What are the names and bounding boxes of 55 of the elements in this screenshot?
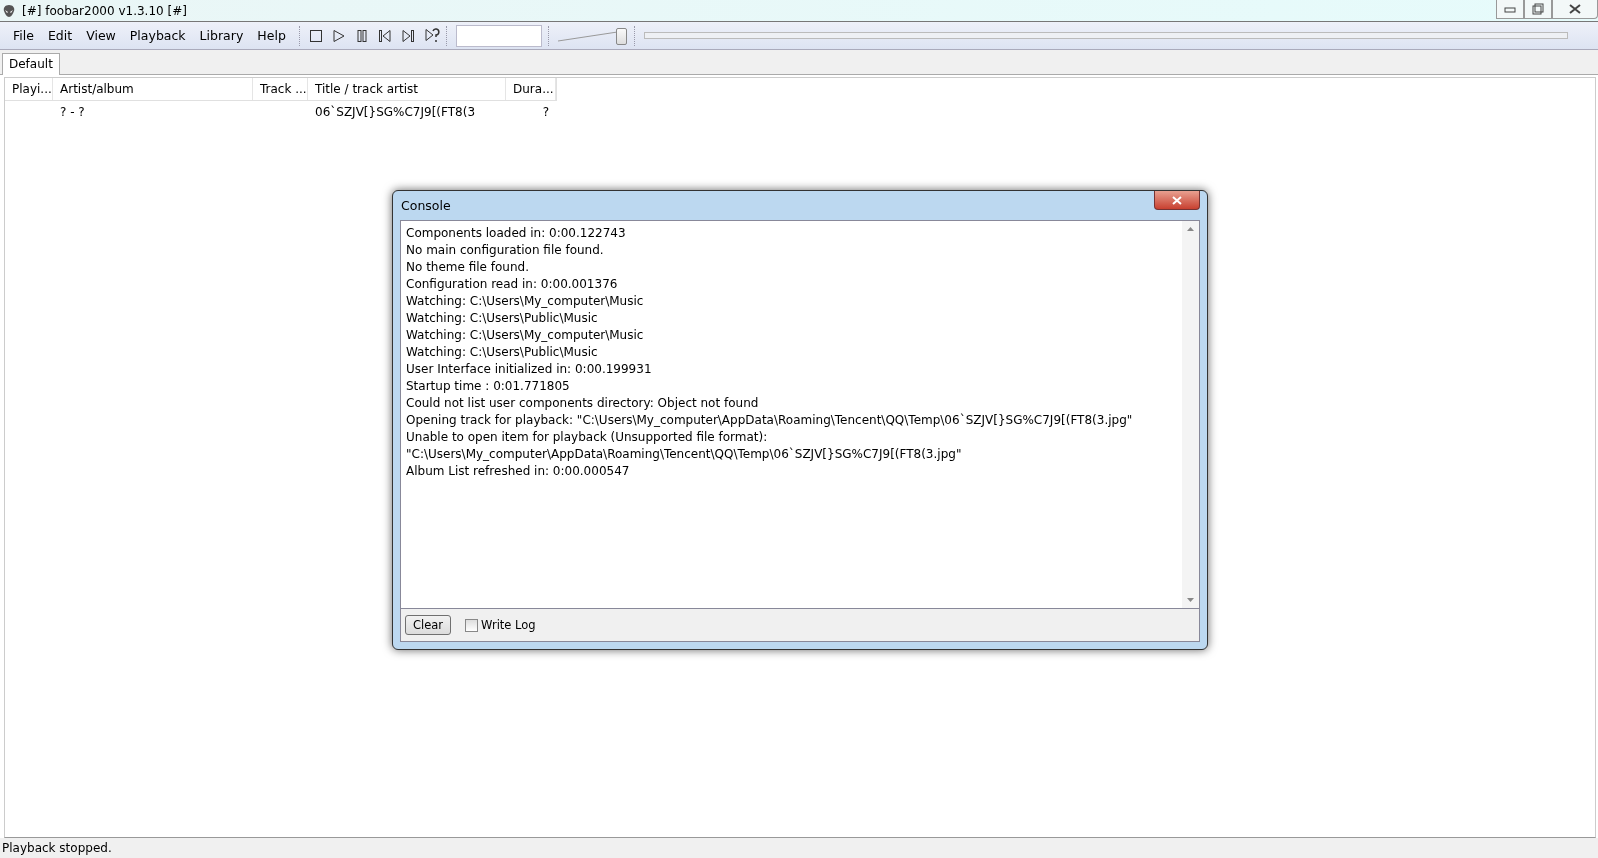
random-play-icon[interactable] xyxy=(423,27,440,44)
minimize-icon xyxy=(1504,5,1516,13)
dialog-title: Console xyxy=(401,198,451,213)
menu-item[interactable]: Edit xyxy=(40,28,80,43)
close-button[interactable] xyxy=(1552,0,1598,19)
log-line: Opening track for playback: "C:\Users\My_computer\AppData\Roaming\Tencent\QQ\Temp\06`SZJV[}SG%C7J9[(FT8(3.jpg" xyxy=(406,412,1134,429)
menu-item[interactable]: Library xyxy=(192,28,251,43)
scroll-up-icon[interactable] xyxy=(1187,227,1194,231)
close-icon xyxy=(1172,195,1182,205)
minimize-button[interactable] xyxy=(1496,0,1524,19)
log-line: No theme file found. xyxy=(406,259,530,276)
log-line: User Interface initialized in: 0:00.199931 xyxy=(406,361,653,378)
log-line: Configuration read in: 0:00.001376 xyxy=(406,276,619,293)
column-header[interactable]: Playi... xyxy=(5,78,53,100)
playlist-tab[interactable]: Default xyxy=(2,53,60,75)
log-line: Components loaded in: 0:00.122743 xyxy=(406,225,627,242)
log-line: "C:\Users\My_computer\AppData\Roaming\Tencent\QQ\Temp\06`SZJV[}SG%C7J9[(FT8(3.jpg" xyxy=(406,446,963,463)
restore-icon xyxy=(1532,3,1544,15)
log-line: Could not list user components directory: Object not found xyxy=(406,395,760,412)
next-icon[interactable] xyxy=(400,28,415,43)
menu-item[interactable]: Help xyxy=(250,28,293,43)
stop-icon[interactable] xyxy=(308,28,323,43)
log-line: Watching: C:\Users\Public\Music xyxy=(406,310,599,327)
clear-button[interactable]: Clear xyxy=(405,615,452,635)
log-line: No main configuration file found. xyxy=(406,242,605,259)
menu-item[interactable]: File xyxy=(6,28,41,43)
menu-item[interactable]: View xyxy=(79,28,123,43)
volume-thumb[interactable] xyxy=(615,27,627,45)
window-title: [#] foobar2000 v1.3.10 [#] xyxy=(22,3,187,18)
pause-icon[interactable] xyxy=(354,28,369,43)
column-header[interactable]: Title / track artist xyxy=(308,78,506,100)
write-log-checkbox[interactable] xyxy=(465,618,479,632)
table-cell-text: ? xyxy=(541,105,550,119)
close-button[interactable] xyxy=(1154,191,1200,210)
log-line: Watching: C:\Users\My_computer\Music xyxy=(406,293,645,310)
table-cell-text: 06`SZJV[}SG%C7J9[(FT8(3 xyxy=(314,105,476,119)
log-line: Unable to open item for playback (Unsupported file format): xyxy=(406,429,769,446)
column-header[interactable]: Dura... xyxy=(506,78,556,100)
volume-slider[interactable] xyxy=(557,26,628,45)
play-icon[interactable] xyxy=(331,28,346,43)
close-icon xyxy=(1569,4,1581,14)
status-text: Playback stopped. xyxy=(2,841,112,855)
log-line: Album List refreshed in: 0:00.000547 xyxy=(406,463,631,480)
log-line: Watching: C:\Users\My_computer\Music xyxy=(406,327,645,344)
scroll-down-icon[interactable] xyxy=(1187,598,1194,602)
restore-button[interactable] xyxy=(1524,0,1552,19)
table-cell-text: ? - ? xyxy=(59,105,86,119)
previous-icon[interactable] xyxy=(377,28,392,43)
log-line: Watching: C:\Users\Public\Music xyxy=(406,344,599,361)
menu-item[interactable]: Playback xyxy=(122,28,193,43)
alien-head-icon xyxy=(2,3,16,18)
column-header[interactable]: Track ... xyxy=(253,78,308,100)
log-line: Startup time : 0:01.771805 xyxy=(406,378,571,395)
checkbox-label: Write Log xyxy=(481,618,536,632)
column-header[interactable]: Artist/album xyxy=(53,78,253,100)
